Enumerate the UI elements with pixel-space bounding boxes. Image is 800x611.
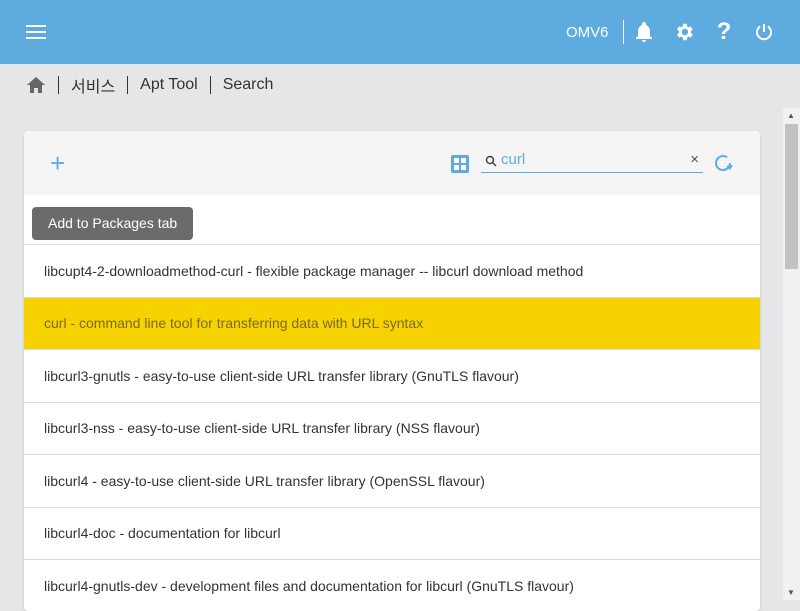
- table-row[interactable]: libcurl3-gnutls - easy-to-use client-sid…: [24, 350, 760, 403]
- clear-search-icon[interactable]: ×: [690, 151, 699, 168]
- search-input[interactable]: [501, 151, 681, 168]
- table-row[interactable]: libcurl3-nss - easy-to-use client-side U…: [24, 403, 760, 455]
- refresh-icon[interactable]: [712, 152, 734, 179]
- table-row[interactable]: libcurl4-gnutls-dev - development files …: [24, 560, 760, 611]
- scroll-up-icon[interactable]: ▲: [787, 111, 795, 120]
- help-icon[interactable]: ?: [712, 18, 736, 45]
- add-button[interactable]: +: [50, 150, 65, 176]
- search-card: + × Package Name libcupt4-2-downloadmeth…: [24, 131, 760, 611]
- brand-label: OMV6: [566, 24, 609, 41]
- scrollbar[interactable]: ▲ ▼: [783, 108, 800, 600]
- results-list: libcupt4-2-downloadmethod-curl - flexibl…: [24, 245, 760, 611]
- breadcrumb-services[interactable]: 서비스: [71, 73, 115, 97]
- breadcrumb-search: Search: [222, 76, 274, 93]
- scrollbar-thumb[interactable]: [785, 124, 798, 269]
- table-row[interactable]: libcupt4-2-downloadmethod-curl - flexibl…: [24, 245, 760, 298]
- breadcrumb-apt-tool[interactable]: Apt Tool: [140, 76, 198, 94]
- bell-icon[interactable]: [632, 20, 656, 44]
- search-field: ×: [481, 149, 703, 173]
- table-row[interactable]: libcurl4 - easy-to-use client-side URL t…: [24, 455, 760, 508]
- top-bar: OMV6 ?: [0, 0, 800, 64]
- gear-icon[interactable]: [672, 20, 696, 44]
- power-icon[interactable]: [752, 20, 776, 44]
- divider: [623, 20, 624, 44]
- column-toggle-icon[interactable]: [451, 155, 469, 178]
- table-row[interactable]: libcurl4-doc - documentation for libcurl: [24, 508, 760, 560]
- menu-icon[interactable]: [26, 25, 46, 39]
- home-icon[interactable]: [26, 76, 46, 94]
- scroll-down-icon[interactable]: ▼: [787, 588, 795, 597]
- table-row-selected[interactable]: curl - command line tool for transferrin…: [24, 297, 760, 350]
- search-icon: [485, 155, 497, 167]
- toolbar: + ×: [24, 131, 760, 195]
- breadcrumb: 서비스 Apt Tool Search: [26, 74, 273, 96]
- tooltip: Add to Packages tab: [32, 207, 194, 240]
